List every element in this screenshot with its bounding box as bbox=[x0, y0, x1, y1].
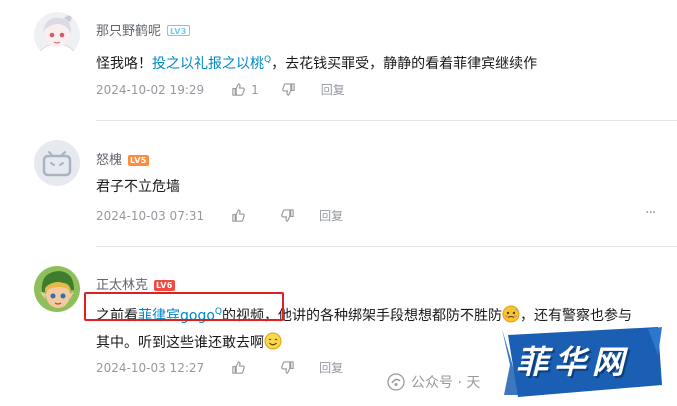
reply-button[interactable]: 回复 bbox=[319, 207, 343, 224]
comment-text-part: ，去花钱买罪受，静静的看着菲律宾继续作 bbox=[271, 56, 538, 72]
username[interactable]: 那只野鹤呢 LV3 bbox=[96, 20, 190, 39]
highlight-box bbox=[84, 292, 284, 321]
thumbs-down-icon[interactable] bbox=[279, 208, 295, 224]
comment-text: 怪我咯！投之以礼报之以桃Q，去花钱买罪受，静静的看着菲律宾继续作 bbox=[96, 47, 666, 78]
comment-meta: 2024-10-02 19:29 1 回复 bbox=[96, 81, 345, 98]
reply-button[interactable]: 回复 bbox=[321, 81, 345, 98]
comment-meta: 2024-10-03 07:31 回复 bbox=[96, 207, 343, 224]
avatar[interactable] bbox=[34, 140, 80, 186]
comment-text-part: 怪我咯！ bbox=[96, 56, 152, 72]
avatar-image bbox=[34, 140, 80, 186]
comment-meta: 2024-10-03 12:27 回复 bbox=[96, 359, 343, 376]
comment-text-part: ，还有警察也参与 bbox=[520, 308, 632, 324]
thumbs-up-icon[interactable] bbox=[230, 208, 246, 224]
username[interactable]: 正太林克 LV6 bbox=[96, 274, 175, 293]
avatar-image bbox=[34, 266, 80, 312]
like-count: 1 bbox=[251, 82, 259, 97]
thumbs-down-icon[interactable] bbox=[281, 82, 297, 98]
divider bbox=[96, 120, 677, 121]
timestamp: 2024-10-03 07:31 bbox=[96, 208, 205, 223]
thumbs-down-icon[interactable] bbox=[279, 360, 295, 376]
site-logo: 菲华网 bbox=[498, 325, 664, 399]
thumbs-up-icon[interactable] bbox=[230, 82, 246, 98]
username-text[interactable]: 正太林克 bbox=[96, 278, 148, 293]
timestamp: 2024-10-03 12:27 bbox=[96, 360, 205, 375]
level-badge: LV3 bbox=[167, 25, 190, 36]
watermark-text: 公众号 · 天 bbox=[411, 375, 481, 391]
thumbs-up-icon[interactable] bbox=[230, 360, 246, 376]
logo-text: 菲华网 bbox=[516, 343, 631, 381]
nervous-face-emoji-icon bbox=[502, 305, 520, 323]
reply-button[interactable]: 回复 bbox=[319, 359, 343, 376]
divider bbox=[96, 246, 677, 247]
wechat-official-account-icon bbox=[387, 373, 405, 391]
level-badge: LV6 bbox=[154, 280, 175, 291]
username-text[interactable]: 那只野鹤呢 bbox=[96, 24, 161, 39]
avatar-image bbox=[34, 12, 80, 58]
comment-text: 君子不立危墙 bbox=[96, 179, 180, 195]
comment-text-part: 其中。听到这些谁还敢去啊 bbox=[96, 335, 264, 351]
smile-face-emoji-icon bbox=[264, 332, 282, 350]
avatar[interactable] bbox=[34, 12, 80, 58]
timestamp: 2024-10-02 19:29 bbox=[96, 82, 205, 97]
avatar[interactable] bbox=[34, 266, 80, 312]
search-link[interactable]: 投之以礼报之以桃 bbox=[152, 56, 264, 72]
level-badge: LV5 bbox=[128, 155, 149, 166]
username-text[interactable]: 怒槐 bbox=[96, 153, 122, 168]
watermark: 公众号 · 天 bbox=[387, 372, 480, 392]
username[interactable]: 怒槐 LV5 bbox=[96, 149, 149, 168]
more-options-icon[interactable]: ··· bbox=[645, 205, 656, 221]
